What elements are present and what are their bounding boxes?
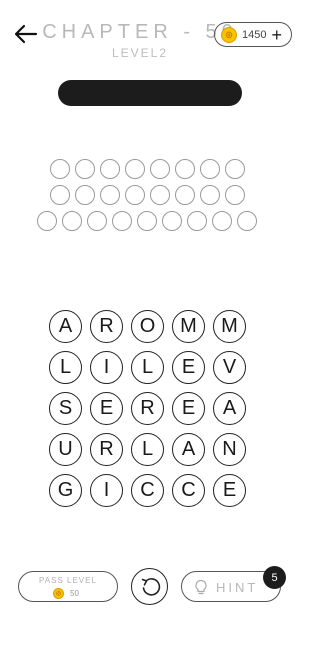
answer-slot-row (37, 211, 262, 231)
letter-tile[interactable]: A (49, 310, 82, 343)
answer-slot (237, 211, 257, 231)
letter-tile[interactable]: M (172, 310, 205, 343)
answer-slot (125, 159, 145, 179)
pass-level-cost: ◎ 50 (53, 588, 79, 599)
letter-tile[interactable]: N (213, 433, 246, 466)
letter-tile[interactable]: A (172, 433, 205, 466)
letter-tile[interactable]: L (131, 433, 164, 466)
answer-slot (37, 211, 57, 231)
answer-slot (225, 185, 245, 205)
letter-tile[interactable]: E (90, 392, 123, 425)
answer-slot (212, 211, 232, 231)
letter-tile[interactable]: I (90, 351, 123, 384)
letter-tile[interactable]: I (90, 474, 123, 507)
hint-label: HINT (216, 580, 259, 595)
pass-level-label: PASS LEVEL (39, 576, 97, 585)
answer-slot (137, 211, 157, 231)
answer-slot (175, 185, 195, 205)
letter-tile[interactable]: R (131, 392, 164, 425)
answer-slot (75, 185, 95, 205)
lightbulb-icon (195, 579, 207, 595)
letter-tile[interactable]: R (90, 433, 123, 466)
letter-tile[interactable]: L (49, 351, 82, 384)
letter-tile[interactable]: E (172, 351, 205, 384)
answer-slot (125, 185, 145, 205)
answer-slot (200, 159, 220, 179)
answer-slot (87, 211, 107, 231)
letter-tile[interactable]: O (131, 310, 164, 343)
coin-balance[interactable]: ◎ 1450 + (214, 22, 292, 47)
answer-slot (175, 159, 195, 179)
answer-slot (150, 185, 170, 205)
letter-tile[interactable]: G (49, 474, 82, 507)
letter-tile[interactable]: V (213, 351, 246, 384)
answer-slot (75, 159, 95, 179)
pass-level-button[interactable]: PASS LEVEL ◎ 50 (18, 571, 118, 602)
undo-button[interactable] (131, 568, 168, 605)
answer-slot (200, 185, 220, 205)
answer-slot (112, 211, 132, 231)
answer-slot (50, 159, 70, 179)
answer-slot (162, 211, 182, 231)
letter-tile[interactable]: C (172, 474, 205, 507)
answer-slot-row (50, 185, 250, 205)
coin-icon: ◎ (221, 26, 237, 43)
answer-slot (150, 159, 170, 179)
letter-grid: AROMMLILEVSEREAURLANGICCE (49, 310, 246, 507)
letter-tile[interactable]: M (213, 310, 246, 343)
answer-slot-row (50, 159, 250, 179)
coin-count: 1450 (242, 28, 267, 41)
letter-tile[interactable]: C (131, 474, 164, 507)
letter-tile[interactable]: L (131, 351, 164, 384)
answer-slot (100, 185, 120, 205)
letter-tile[interactable]: R (90, 310, 123, 343)
answer-slot (187, 211, 207, 231)
answer-slot (50, 185, 70, 205)
letter-tile[interactable]: U (49, 433, 82, 466)
current-word-bar (58, 80, 242, 106)
letter-tile[interactable]: S (49, 392, 82, 425)
pass-cost-value: 50 (70, 589, 79, 598)
letter-tile[interactable]: E (172, 392, 205, 425)
hint-count-badge: 5 (263, 566, 286, 589)
plus-icon[interactable]: + (271, 26, 282, 44)
answer-slot (62, 211, 82, 231)
coin-icon: ◎ (53, 588, 64, 599)
answer-slot (225, 159, 245, 179)
undo-icon (141, 577, 160, 596)
letter-tile[interactable]: A (213, 392, 246, 425)
answer-slot (100, 159, 120, 179)
letter-tile[interactable]: E (213, 474, 246, 507)
level-subtitle: LEVEL2 (111, 46, 169, 60)
